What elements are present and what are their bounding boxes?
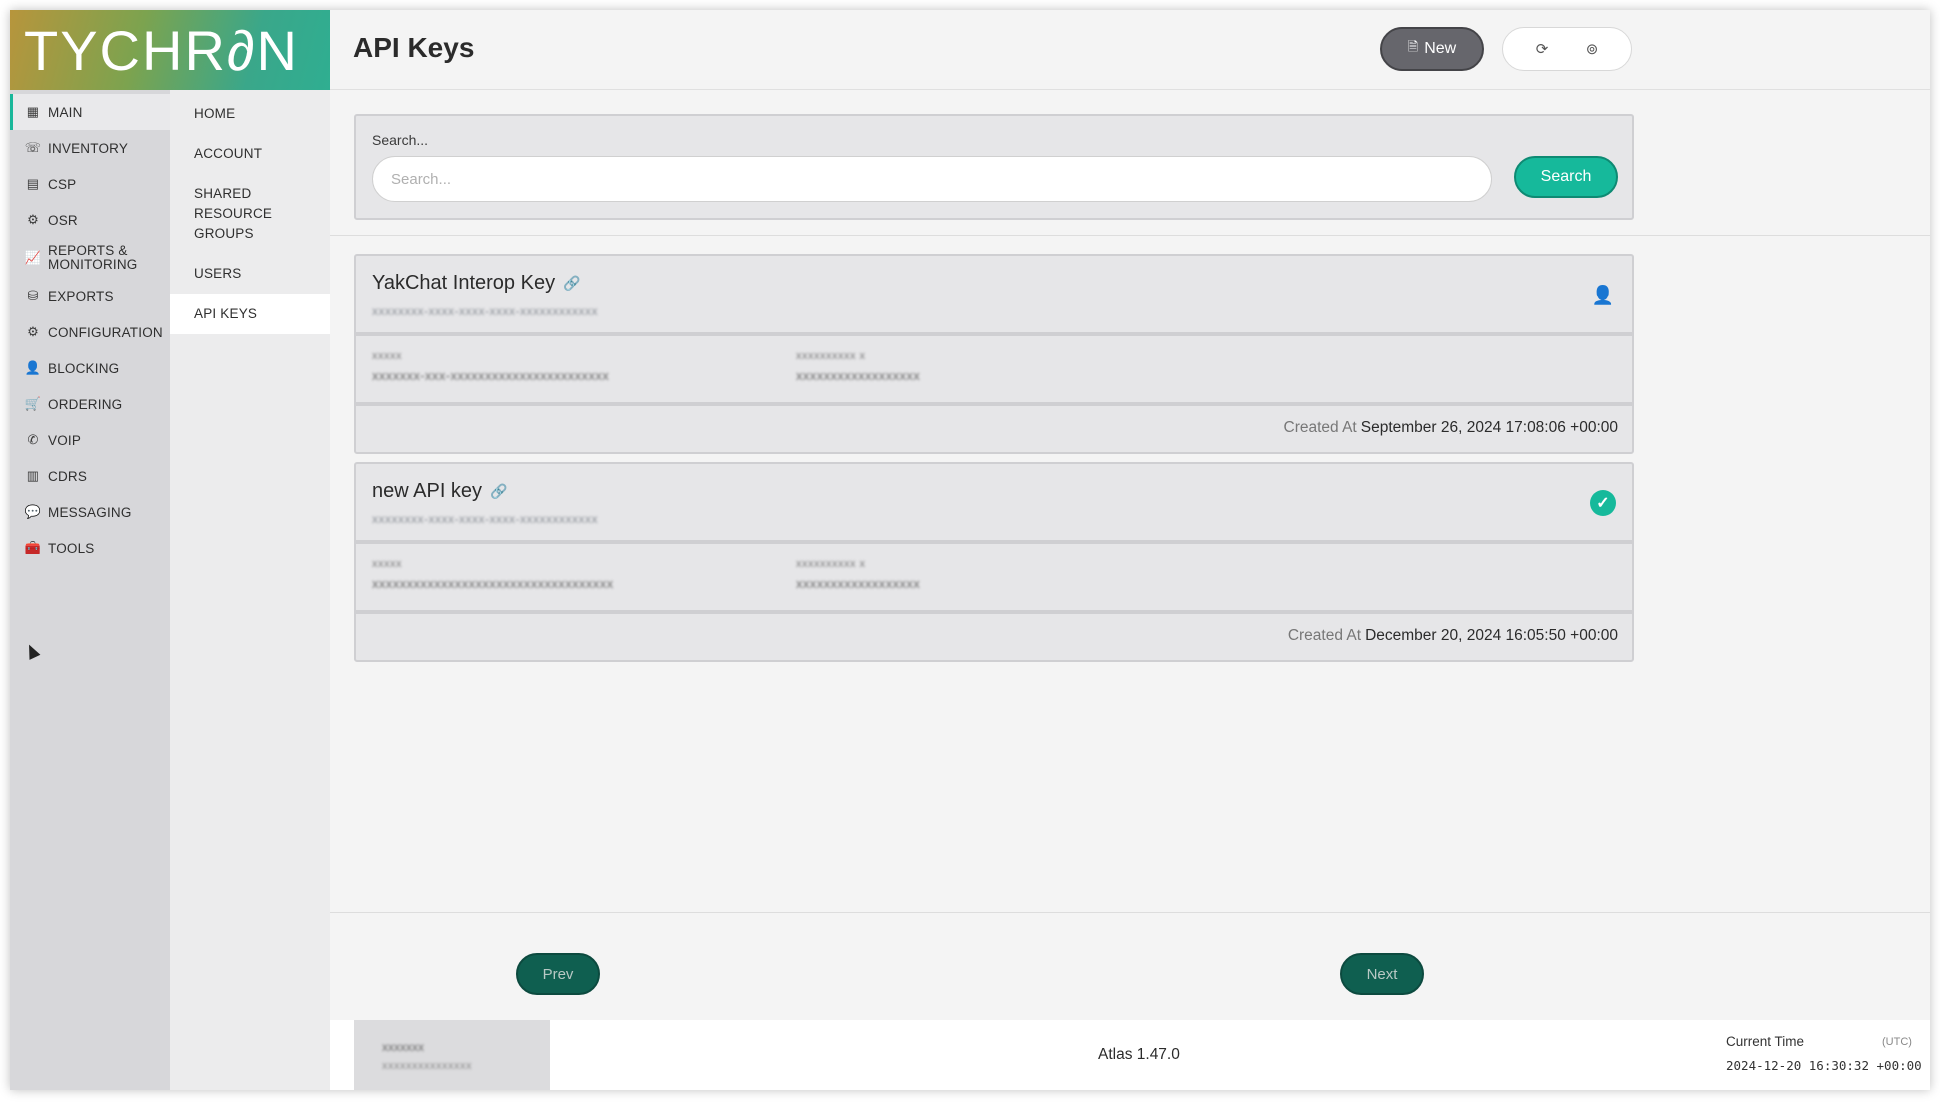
- search-panel: Search... Search: [354, 114, 1634, 220]
- prev-page-button[interactable]: Prev: [516, 953, 600, 995]
- sidebar-item-cdrs[interactable]: ▥ CDRS: [10, 458, 170, 494]
- check-circle-icon: ✓: [1590, 490, 1616, 516]
- phone-list-icon: ☏: [24, 140, 42, 155]
- brand-logo[interactable]: TYCHR∂N: [10, 10, 330, 90]
- app-window: ▦ MAIN ☏ INVENTORY ▤ CSP ⚙ OSR 📈 REPORTS & MO…: [10, 10, 1930, 1090]
- field-label: xxxxx: [372, 558, 402, 570]
- user-block-icon: 👤: [24, 360, 42, 375]
- created-at-label: Created At: [1283, 419, 1357, 436]
- link-icon[interactable]: 🔗: [490, 483, 507, 500]
- primary-sidebar: ▦ MAIN ☏ INVENTORY ▤ CSP ⚙ OSR 📈 REPORTS & MO…: [10, 10, 170, 1090]
- page-header: API Keys 🗎 New ⟳ ⊚: [330, 10, 1930, 90]
- created-at: Created At December 20, 2024 16:05:50 +00…: [1288, 627, 1618, 645]
- sidebar-item-main[interactable]: ▦ MAIN: [10, 94, 170, 130]
- field-value: xxxxxxx-xxx-xxxxxxxxxxxxxxxxxxxxxxx: [372, 368, 610, 383]
- coins-icon: ⛁: [27, 288, 39, 303]
- card-divider: [356, 540, 1632, 544]
- field-value: xxxxxxxxxxxxxxxxxxxxxxxxxxxxxxxxxxx: [372, 576, 614, 591]
- chat-icon: 💬: [24, 504, 42, 519]
- created-at-value: December 20, 2024 16:05:50 +00:00: [1365, 627, 1618, 644]
- subnav-item-home[interactable]: HOME: [170, 94, 330, 134]
- card-icon: ▤: [26, 176, 40, 191]
- pager-divider: [330, 912, 1930, 913]
- secondary-sidebar: HOME ACCOUNT SHARED RESOURCE GROUPS USER…: [170, 90, 330, 1090]
- phone-icon: ✆: [27, 432, 39, 447]
- current-user-box: xxxxxxx xxxxxxxxxxxxxxx: [354, 1020, 550, 1090]
- card-divider: [356, 332, 1632, 336]
- created-at-value: September 26, 2024 17:08:06 +00:00: [1360, 419, 1618, 436]
- sidebar-item-exports[interactable]: ⛁ EXPORTS: [10, 278, 170, 314]
- user-detail: xxxxxxxxxxxxxxx: [382, 1060, 472, 1072]
- sidebar-item-osr[interactable]: ⚙ OSR: [10, 202, 170, 238]
- sidebar-item-csp[interactable]: ▤ CSP: [10, 166, 170, 202]
- page-title: API Keys: [353, 32, 475, 63]
- gear-square-icon: ⚙: [27, 212, 39, 227]
- sidebar-item-reports[interactable]: 📈 REPORTS & MONITORING: [10, 238, 170, 278]
- subnav-item-account[interactable]: ACCOUNT: [170, 134, 330, 174]
- api-key-card[interactable]: YakChat Interop Key 🔗 xxxxxxxx-xxxx-xxxx…: [354, 254, 1634, 454]
- search-label: Search...: [372, 132, 429, 148]
- field-label: xxxxxxxxxx x: [796, 558, 866, 570]
- key-id: xxxxxxxx-xxxx-xxxx-xxxx-xxxxxxxxxxxx: [372, 304, 598, 318]
- subnav-item-users[interactable]: USERS: [170, 254, 330, 294]
- sidebar-item-inventory[interactable]: ☏ INVENTORY: [10, 130, 170, 166]
- building-icon: ▦: [26, 104, 40, 119]
- user-check-icon: 👤: [1591, 284, 1615, 305]
- card-divider: [356, 402, 1632, 406]
- basket-icon: 🛒: [24, 396, 42, 411]
- account-circle-icon[interactable]: ⊚: [1586, 40, 1599, 58]
- key-name-row: YakChat Interop Key 🔗: [372, 272, 581, 295]
- new-key-button[interactable]: 🗎 New: [1380, 27, 1484, 71]
- header-icon-group: ⟳ ⊚: [1502, 27, 1632, 71]
- footer: xxxxxxx xxxxxxxxxxxxxxx Atlas 1.47.0 Cur…: [330, 1020, 1930, 1090]
- field-value: xxxxxxxxxxxxxxxxxx: [796, 576, 921, 591]
- toolbox-icon: 🧰: [24, 540, 42, 555]
- timezone-label: (UTC): [1882, 1036, 1912, 1048]
- user-name: xxxxxxx: [382, 1040, 424, 1054]
- chart-line-icon: 📈: [24, 250, 42, 265]
- new-document-icon: 🗎: [1407, 39, 1419, 54]
- next-page-button[interactable]: Next: [1340, 953, 1424, 995]
- search-input[interactable]: [372, 156, 1492, 202]
- sidebar-item-ordering[interactable]: 🛒 ORDERING: [10, 386, 170, 422]
- subnav-item-api-keys[interactable]: API KEYS: [170, 294, 330, 334]
- link-icon[interactable]: 🔗: [563, 275, 580, 292]
- key-name: new API key: [372, 480, 483, 502]
- field-label: xxxxxxxxxx x: [796, 350, 866, 362]
- created-at: Created At September 26, 2024 17:08:06 +0…: [1284, 419, 1619, 437]
- current-time-value: 2024-12-20 16:30:32 +00:00: [1726, 1058, 1922, 1073]
- sidebar-item-configuration[interactable]: ⚙ CONFIGURATION: [10, 314, 170, 350]
- sidebar-item-voip[interactable]: ✆ VOIP: [10, 422, 170, 458]
- refresh-icon[interactable]: ⟳: [1536, 40, 1549, 58]
- card-divider: [356, 610, 1632, 614]
- sidebar-item-messaging[interactable]: 💬 MESSAGING: [10, 494, 170, 530]
- sidebar-item-tools[interactable]: 🧰 TOOLS: [10, 530, 170, 566]
- key-id: xxxxxxxx-xxxx-xxxx-xxxx-xxxxxxxxxxxx: [372, 512, 598, 526]
- table-icon: ▥: [26, 468, 40, 483]
- api-key-card[interactable]: new API key 🔗 xxxxxxxx-xxxx-xxxx-xxxx-xx…: [354, 462, 1634, 662]
- key-name: YakChat Interop Key: [372, 272, 556, 294]
- app-version: Atlas 1.47.0: [1098, 1046, 1180, 1063]
- config-icon: ⚙: [27, 324, 39, 339]
- search-button[interactable]: Search: [1514, 156, 1618, 198]
- field-value: xxxxxxxxxxxxxxxxxx: [796, 368, 921, 383]
- sidebar-item-blocking[interactable]: 👤 BLOCKING: [10, 350, 170, 386]
- key-name-row: new API key 🔗: [372, 480, 508, 503]
- field-label: xxxxx: [372, 350, 402, 362]
- subnav-item-shared-resource-groups[interactable]: SHARED RESOURCE GROUPS: [170, 174, 290, 254]
- created-at-label: Created At: [1287, 627, 1362, 644]
- current-time-label: Current Time: [1726, 1034, 1805, 1049]
- section-divider: [330, 235, 1930, 236]
